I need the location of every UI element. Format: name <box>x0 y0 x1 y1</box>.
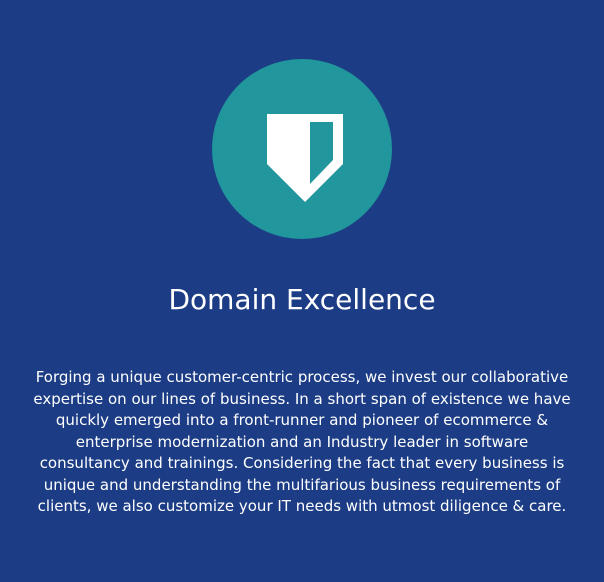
feature-card: Domain Excellence Forging a unique custo… <box>0 0 604 582</box>
description-line: consultancy and trainings. Considering t… <box>39 454 565 472</box>
description-line: Forging a unique customer-centric proces… <box>35 368 569 386</box>
icon-circle <box>212 59 392 239</box>
shield-icon <box>267 114 343 202</box>
description-line: unique and understanding the multifariou… <box>43 475 561 494</box>
card-description: Forging a unique customer-centric proces… <box>22 367 582 518</box>
card-title: Domain Excellence <box>168 283 436 316</box>
description-line: enterprise modernization and an Industry… <box>75 432 529 451</box>
description-line: expertise on our lines of business. In a… <box>33 389 571 408</box>
description-line: quickly emerged into a front-runner and … <box>55 411 549 429</box>
description-line: clients, we also customize your IT needs… <box>37 497 567 515</box>
